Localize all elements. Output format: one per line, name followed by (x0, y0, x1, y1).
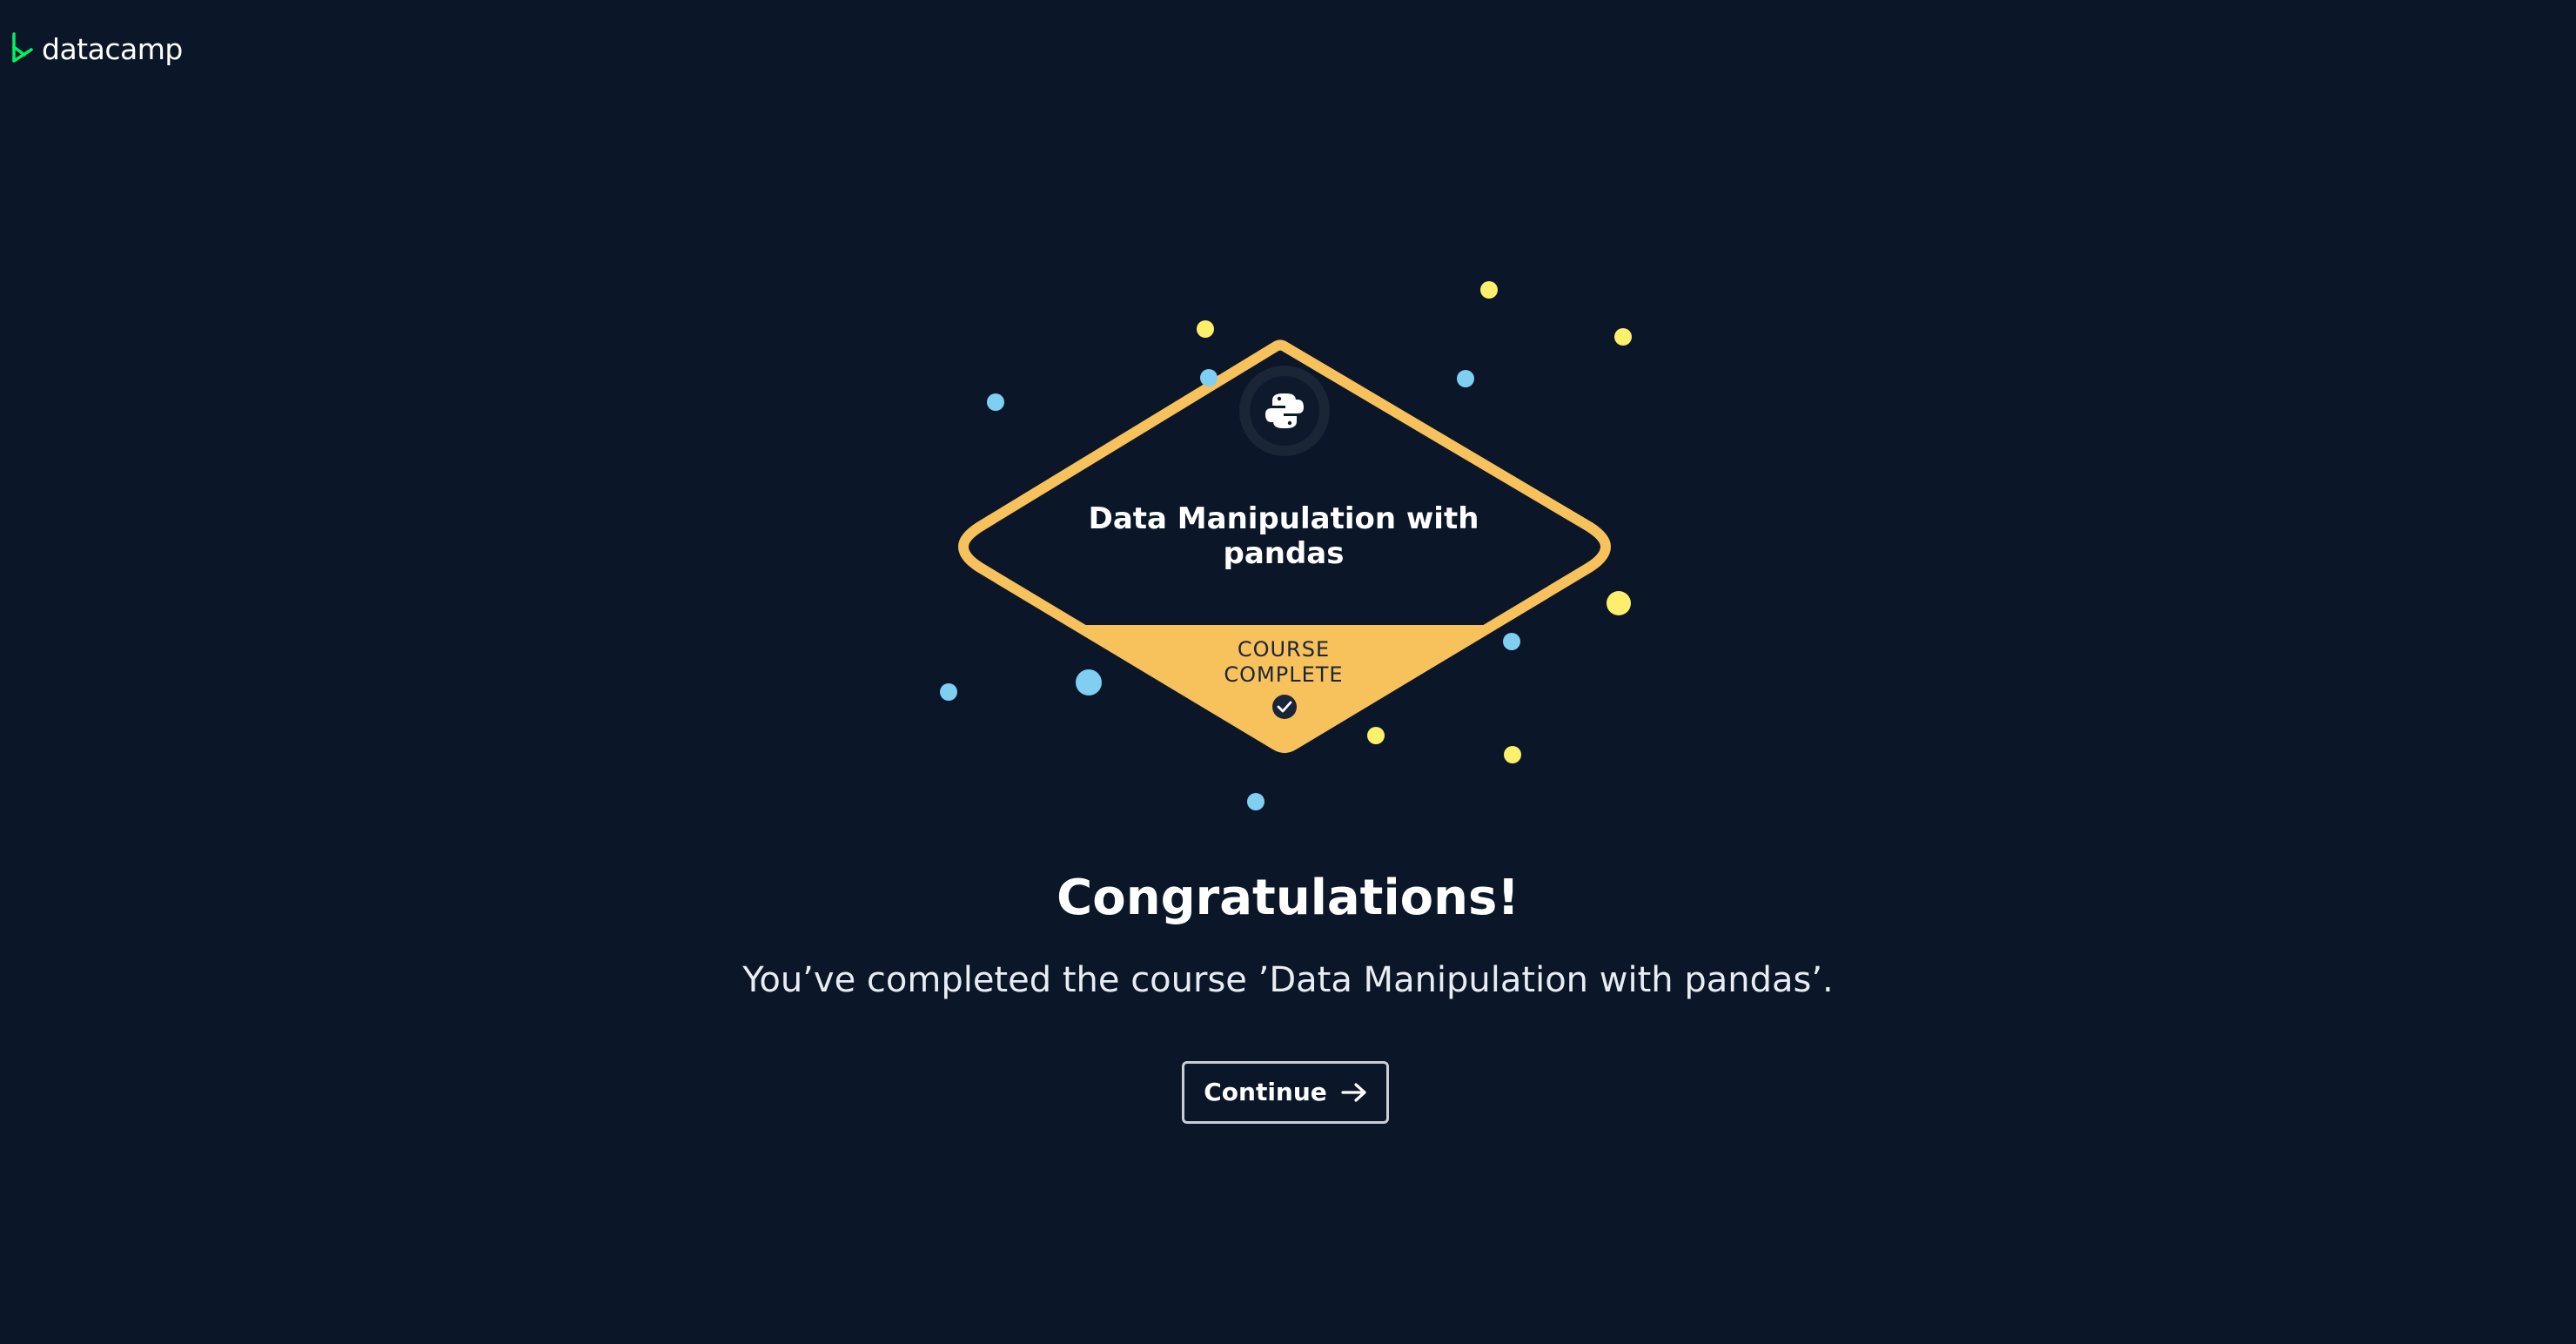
course-badge (940, 281, 1632, 810)
congratulations-heading: Congratulations! (1057, 870, 1519, 926)
badge-status-label: COURSE COMPLETE (1224, 637, 1344, 687)
course-complete-page: datacamp Data Manipulation with pandas C… (0, 0, 2576, 1344)
checkmark-icon (1272, 695, 1297, 719)
continue-button-label: Continue (1204, 1078, 1327, 1106)
completion-message: You’ve completed the course ’Data Manipu… (742, 960, 1834, 1000)
arrow-right-icon (1341, 1083, 1366, 1102)
continue-button[interactable]: Continue (1182, 1061, 1389, 1124)
badge-course-title: Data Manipulation with pandas (1088, 501, 1479, 571)
